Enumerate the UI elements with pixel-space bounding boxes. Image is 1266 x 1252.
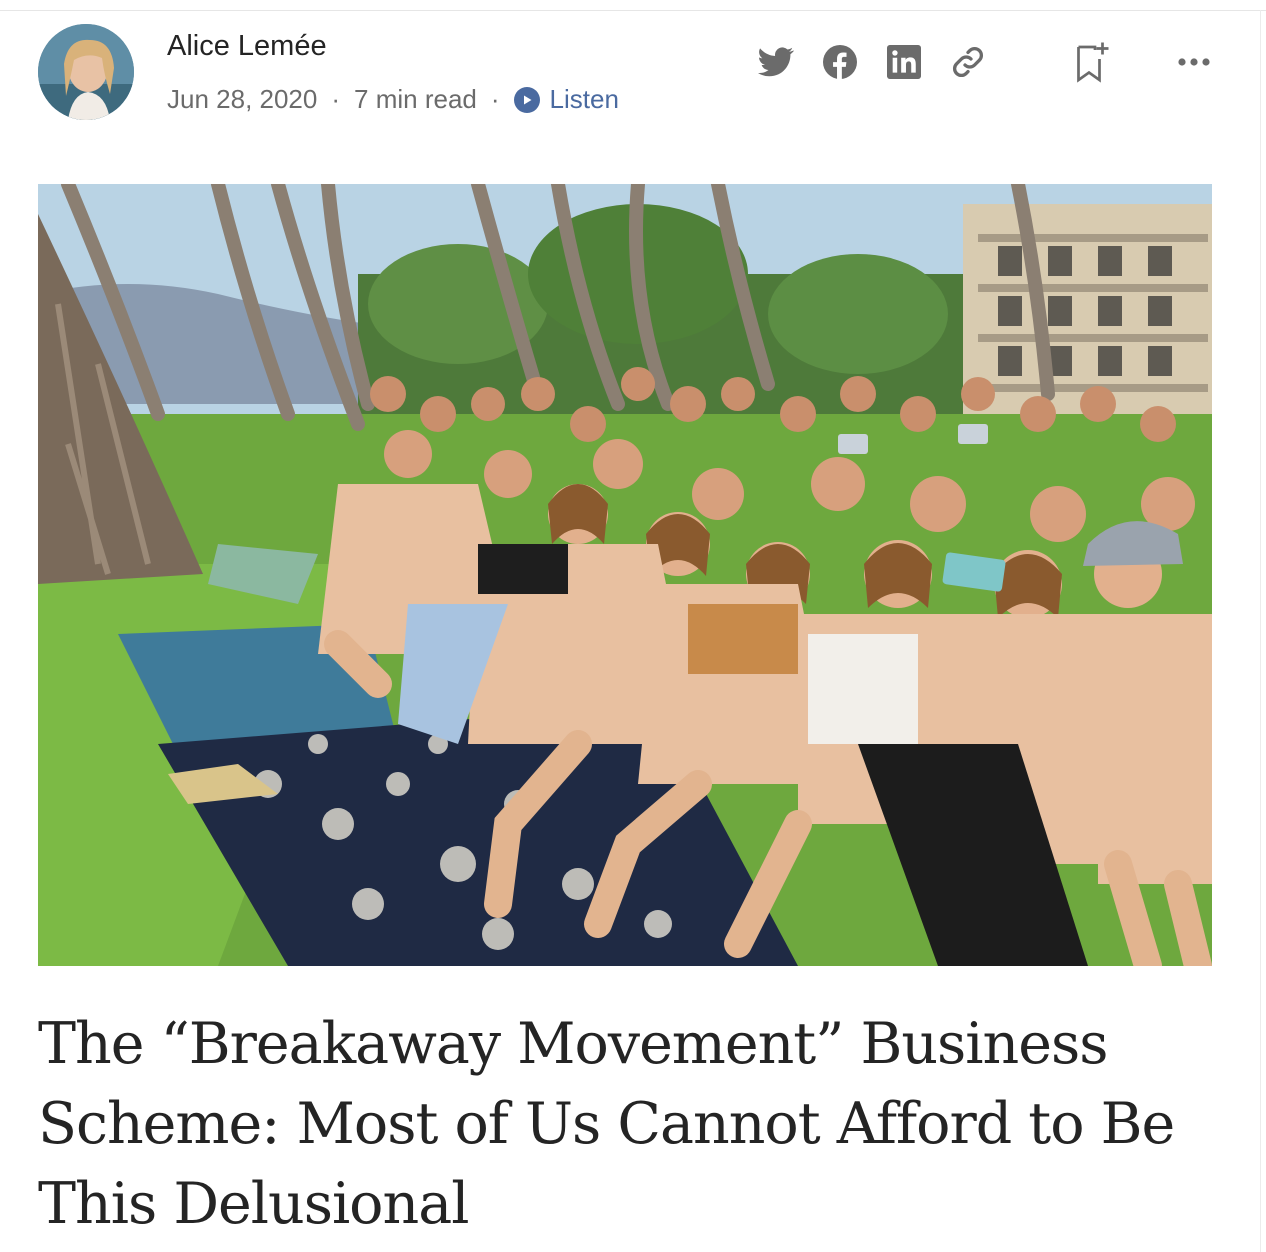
right-divider — [1260, 10, 1261, 1252]
author-name[interactable]: Alice Lemée — [167, 30, 327, 63]
copy-link-icon[interactable] — [948, 42, 988, 82]
article-meta: Jun 28, 2020 · 7 min read · Listen — [167, 84, 619, 115]
linkedin-share-icon[interactable] — [884, 42, 924, 82]
article-title: The “Breakaway Movement” Business Scheme… — [38, 1011, 1175, 1237]
twitter-share-icon[interactable] — [756, 42, 796, 82]
facebook-share-icon[interactable] — [820, 42, 860, 82]
listen-button[interactable]: Listen — [513, 84, 619, 115]
meta-separator: · — [490, 84, 500, 114]
publish-date: Jun 28, 2020 — [167, 84, 318, 114]
listen-label: Listen — [549, 84, 619, 114]
read-time: 7 min read — [354, 84, 477, 114]
author-avatar[interactable] — [38, 24, 134, 120]
play-icon — [513, 86, 540, 113]
crowd-on-lawn-photo — [38, 184, 1212, 966]
avatar-image — [38, 24, 134, 120]
share-toolbar — [756, 42, 1214, 83]
bookmark-add-icon[interactable] — [1072, 42, 1112, 83]
hero-image — [38, 184, 1212, 966]
more-options-icon[interactable] — [1174, 42, 1214, 82]
top-divider — [0, 10, 1266, 11]
meta-separator: · — [331, 84, 341, 114]
